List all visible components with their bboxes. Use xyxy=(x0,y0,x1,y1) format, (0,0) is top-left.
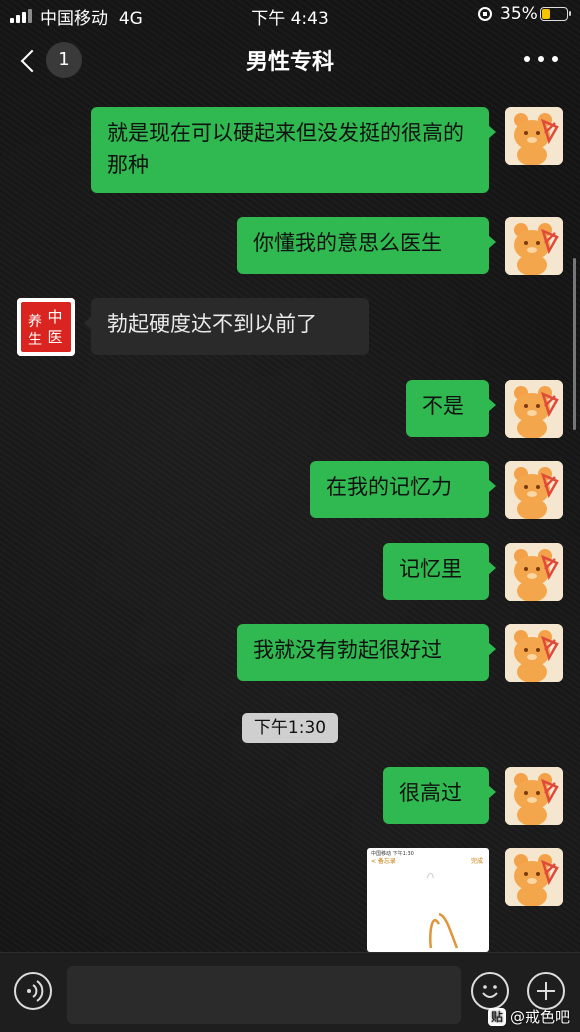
more-options-button[interactable] xyxy=(524,44,558,74)
my-avatar[interactable] xyxy=(505,767,563,825)
smiley-icon xyxy=(482,985,498,998)
battery-fill xyxy=(542,9,550,19)
status-time: 下午 4:43 xyxy=(251,9,329,29)
my-avatar[interactable] xyxy=(505,624,563,682)
status-bar: 中国移动 4G 下午 4:43 35% xyxy=(0,0,580,30)
my-avatar[interactable] xyxy=(505,107,563,165)
image-message[interactable]: 中国移动 下午1:30 < 备忘录 完成 xyxy=(367,848,489,952)
message-bubble-outgoing[interactable]: 我就没有勃起很好过 xyxy=(237,624,496,681)
more-dot-icon xyxy=(552,56,558,62)
message-bubble-outgoing[interactable]: 你懂我的意思么医生 xyxy=(237,217,496,274)
watermark-text: @戒色吧 xyxy=(509,1008,570,1026)
scrollbar[interactable] xyxy=(573,258,576,430)
svg-text:医: 医 xyxy=(47,328,62,346)
svg-text:中: 中 xyxy=(47,308,62,326)
watermark: 贴 @戒色吧 xyxy=(487,1006,570,1027)
add-attachment-button[interactable] xyxy=(527,972,565,1010)
battery-icon xyxy=(540,7,571,21)
timestamp-chip: 下午1:30 xyxy=(242,713,338,743)
message-bubble-outgoing[interactable]: 很高过 xyxy=(383,767,496,824)
message-bubble-outgoing[interactable]: 记忆里 xyxy=(383,543,496,600)
message-input[interactable] xyxy=(67,966,461,1024)
svg-text:养: 养 xyxy=(28,314,42,330)
my-avatar[interactable] xyxy=(505,380,563,438)
voice-wave-icon xyxy=(27,980,44,1002)
message-bubble-incoming[interactable]: 勃起硬度达不到以前了 xyxy=(84,298,369,355)
my-avatar[interactable] xyxy=(505,543,563,601)
rotation-lock-icon xyxy=(478,7,492,21)
more-dot-icon xyxy=(538,56,544,62)
watermark-badge: 贴 xyxy=(487,1007,506,1026)
my-avatar[interactable] xyxy=(505,217,563,275)
message-bubble-outgoing[interactable]: 不是 xyxy=(406,380,496,437)
voice-input-button[interactable] xyxy=(14,972,52,1010)
my-avatar[interactable] xyxy=(505,461,563,519)
more-dot-icon xyxy=(524,56,530,62)
svg-text:生: 生 xyxy=(28,332,42,348)
doctor-avatar[interactable]: 中 医 养 生 xyxy=(17,298,75,356)
emoji-button[interactable] xyxy=(471,972,509,1010)
handwriting-sketch xyxy=(426,873,459,949)
message-bubble-outgoing[interactable]: 在我的记忆力 xyxy=(310,461,496,518)
message-bubble-outgoing[interactable]: 就是现在可以硬起来但没发挺的很高的那种 xyxy=(91,107,496,193)
chat-header: 1 男性专科 xyxy=(0,30,580,90)
battery-percent: 35% xyxy=(500,4,538,24)
my-avatar[interactable] xyxy=(505,848,563,906)
chat-title: 男性专科 xyxy=(245,50,334,75)
